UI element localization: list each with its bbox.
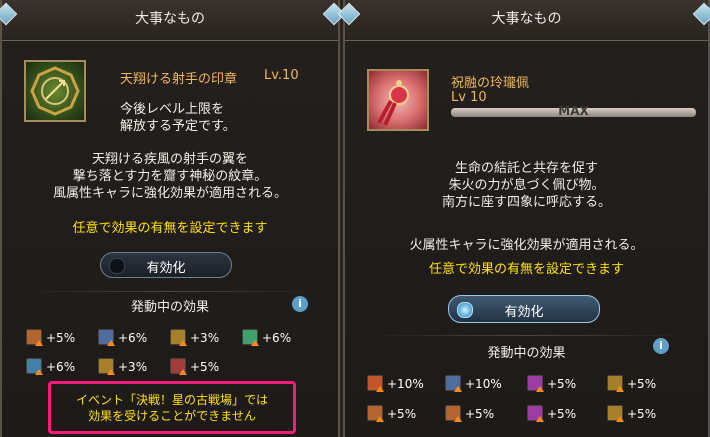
crit-icon	[527, 375, 544, 392]
level-cap-note: 今後レベル上限を 解放する予定です。	[120, 102, 236, 134]
level-max-bar: MAX	[451, 104, 696, 118]
effect-skill-up: +5%	[445, 405, 494, 422]
panel-header: 大事なもの	[0, 0, 346, 41]
panel-header: 大事なもの	[337, 0, 710, 41]
left-item-panel: 大事なもの 天翔ける射手の印章 Lv.10 今後レベル上限を 解放する予定です。…	[0, 0, 346, 437]
effect-crit: +5%	[527, 405, 576, 422]
effect-cure: +6%	[26, 358, 75, 375]
element-effect-line: 火属性キャラに強化効果が適用される。	[409, 238, 644, 253]
divider	[365, 335, 688, 336]
enable-toggle-button[interactable]: 有効化	[448, 295, 600, 323]
event-restriction-notice: イベント「決戦！星の古戦場」では 効果を受けることができません	[48, 381, 296, 434]
info-icon[interactable]: i	[292, 296, 308, 312]
defense-up-icon	[98, 329, 115, 346]
effect-double-attack: +5%	[607, 375, 656, 392]
triple-attack-icon	[98, 358, 115, 375]
item-level: Lv.10	[264, 68, 299, 83]
pendant-icon	[367, 69, 429, 131]
attack-up-icon	[26, 329, 43, 346]
effect-attack-up: +5%	[26, 329, 75, 346]
skill-up-icon	[170, 358, 187, 375]
effect-hp-up: +10%	[367, 375, 424, 392]
effects-title: 発動中の効果	[130, 300, 209, 315]
effect-double-attack: +3%	[170, 329, 219, 346]
effect-skill-up: +5%	[170, 358, 219, 375]
item-level: Lv 10	[451, 90, 487, 105]
crit-icon	[527, 405, 544, 422]
effect-triple-attack: +3%	[98, 358, 147, 375]
effect-triple-attack: +5%	[607, 405, 656, 422]
hp-up-icon	[367, 375, 384, 392]
attack-up-icon	[367, 405, 384, 422]
effect-attack-up: +5%	[367, 405, 416, 422]
item-description: 天翔ける疾風の射手の翼を 撃ち落とす力を齎す神秘の紋章。 風属性キャラに強化効果…	[52, 152, 287, 201]
effect-defense-up: +10%	[445, 375, 502, 392]
item-name: 祝融の玲瓏佩	[451, 76, 530, 91]
info-icon[interactable]: i	[653, 338, 669, 354]
triple-attack-icon	[607, 405, 624, 422]
double-attack-icon	[170, 329, 187, 346]
cure-icon	[26, 358, 43, 375]
effect-defense-up: +6%	[98, 329, 147, 346]
divider	[22, 291, 318, 292]
heal-up-icon	[242, 329, 259, 346]
item-name: 天翔ける射手の印章	[120, 72, 238, 87]
skill-up-icon	[445, 405, 462, 422]
toggle-hint: 任意で効果の有無を設定できます	[72, 221, 268, 236]
archer-seal-icon	[24, 60, 86, 122]
defense-up-icon	[445, 375, 462, 392]
right-item-panel: 大事なもの 祝融の玲瓏佩 Lv 10 MAX 生命の結託と共存を促す 朱火の力が…	[337, 0, 710, 437]
effect-heal-up: +6%	[242, 329, 291, 346]
item-description: 生命の結託と共存を促す 朱火の力が息づく佩び物。 南方に座す四象に呼応する。	[441, 161, 611, 210]
effect-crit: +5%	[527, 375, 576, 392]
toggle-hint: 任意で効果の有無を設定できます	[428, 262, 624, 277]
enable-toggle-button[interactable]: 有効化	[100, 252, 232, 278]
panel-title: 大事なもの	[491, 11, 562, 27]
panel-title: 大事なもの	[135, 11, 205, 27]
double-attack-icon	[607, 375, 624, 392]
